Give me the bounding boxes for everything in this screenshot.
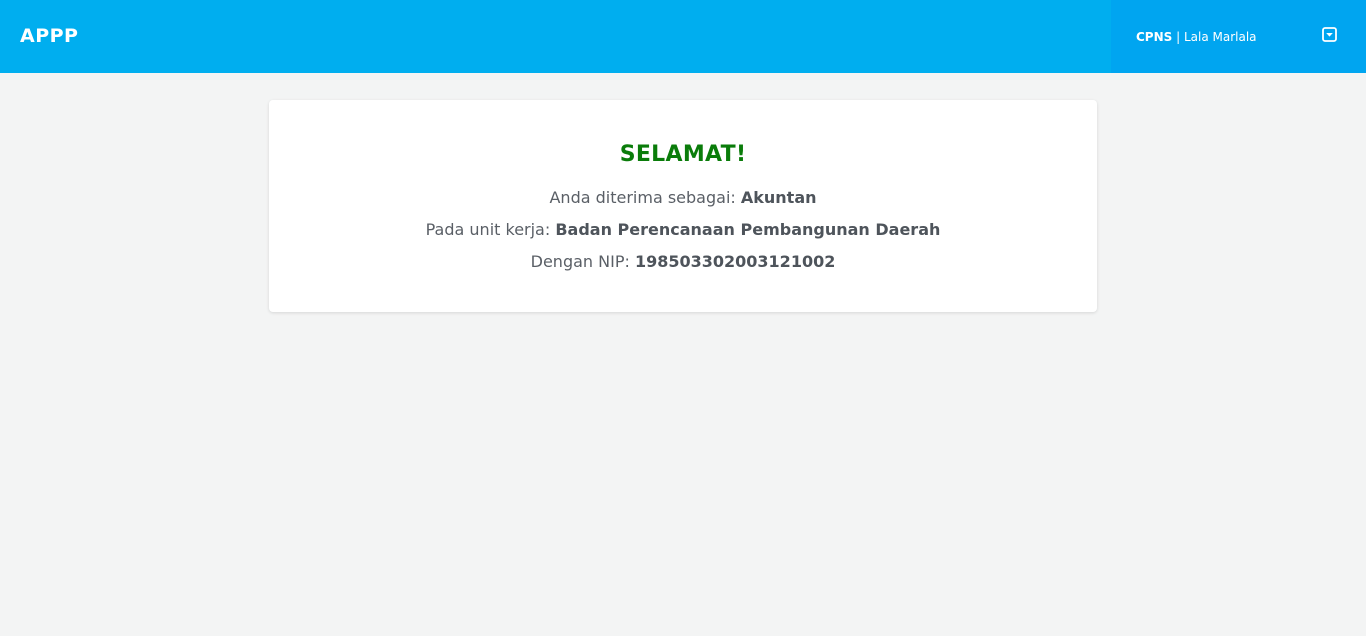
nip-label: Dengan NIP:: [530, 252, 635, 271]
unit-line: Pada unit kerja: Badan Perencanaan Pemba…: [269, 220, 1097, 239]
user-separator: |: [1172, 30, 1184, 44]
acceptance-card: SELAMAT! Anda diterima sebagai: Akuntan …: [269, 100, 1097, 312]
position-line: Anda diterima sebagai: Akuntan: [269, 188, 1097, 207]
unit-label: Pada unit kerja:: [425, 220, 556, 239]
nip-value: 198503302003121002: [634, 252, 836, 271]
congratulations-heading: SELAMAT!: [619, 142, 747, 167]
user-role: CPNS: [1136, 30, 1173, 44]
app-brand[interactable]: APPP: [20, 0, 78, 73]
user-name: Lala Marlala: [1183, 30, 1257, 44]
user-info[interactable]: CPNS | Lala Marlala: [1136, 0, 1257, 73]
unit-value: Badan Perencanaan Pembangunan Daerah: [555, 220, 941, 239]
user-menu[interactable]: CPNS | Lala Marlala: [1111, 0, 1366, 73]
position-value: Akuntan: [740, 188, 817, 207]
nip-line: Dengan NIP: 198503302003121002: [269, 252, 1097, 271]
chevron-down-square-icon[interactable]: [1322, 27, 1337, 42]
position-label: Anda diterima sebagai:: [549, 188, 741, 207]
top-navbar: APPP CPNS | Lala Marlala: [0, 0, 1366, 73]
